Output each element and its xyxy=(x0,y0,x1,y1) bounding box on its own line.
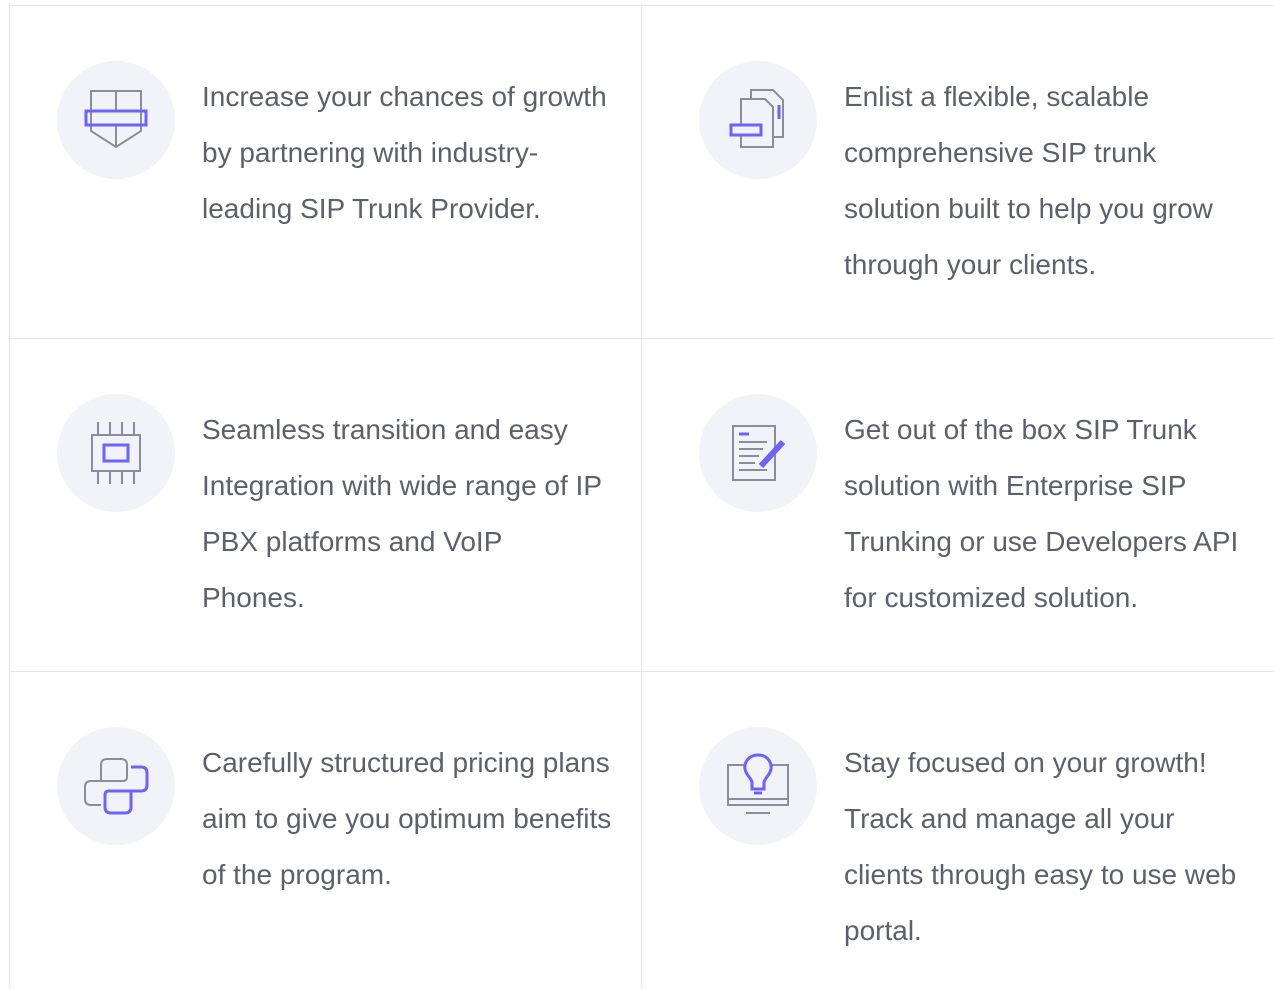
feature-icon-circle xyxy=(699,61,817,179)
documents-icon xyxy=(729,89,784,148)
feature-card: Carefully structured pricing plans aim t… xyxy=(10,672,642,989)
feature-icon-circle xyxy=(57,61,175,179)
feature-text: Stay focused on your growth! Track and m… xyxy=(844,747,1237,946)
feature-text: Enlist a flexible, scalable comprehensiv… xyxy=(844,81,1213,280)
feature-icon-circle xyxy=(699,394,817,512)
features-page: Increase your chances of growth by partn… xyxy=(0,0,1274,989)
monitor-lightbulb-icon xyxy=(727,753,789,814)
feature-text: Increase your chances of growth by partn… xyxy=(202,81,607,224)
feature-card: Increase your chances of growth by partn… xyxy=(10,6,642,338)
feature-icon-circle xyxy=(699,727,817,845)
feature-card: Stay focused on your growth! Track and m… xyxy=(652,672,1274,989)
python-icon xyxy=(84,758,149,815)
feature-text: Seamless transition and easy Integration… xyxy=(202,414,602,613)
feature-icon-circle xyxy=(57,727,175,845)
shield-icon xyxy=(84,90,148,149)
feature-icon-circle xyxy=(57,394,175,512)
feature-text: Get out of the box SIP Trunk solution wi… xyxy=(844,414,1239,613)
chip-icon xyxy=(91,422,141,484)
feature-card: Get out of the box SIP Trunk solution wi… xyxy=(652,339,1274,671)
feature-card: Seamless transition and easy Integration… xyxy=(10,339,642,671)
feature-card: Enlist a flexible, scalable comprehensiv… xyxy=(652,6,1274,338)
document-edit-icon xyxy=(732,425,786,481)
feature-text: Carefully structured pricing plans aim t… xyxy=(202,747,612,890)
